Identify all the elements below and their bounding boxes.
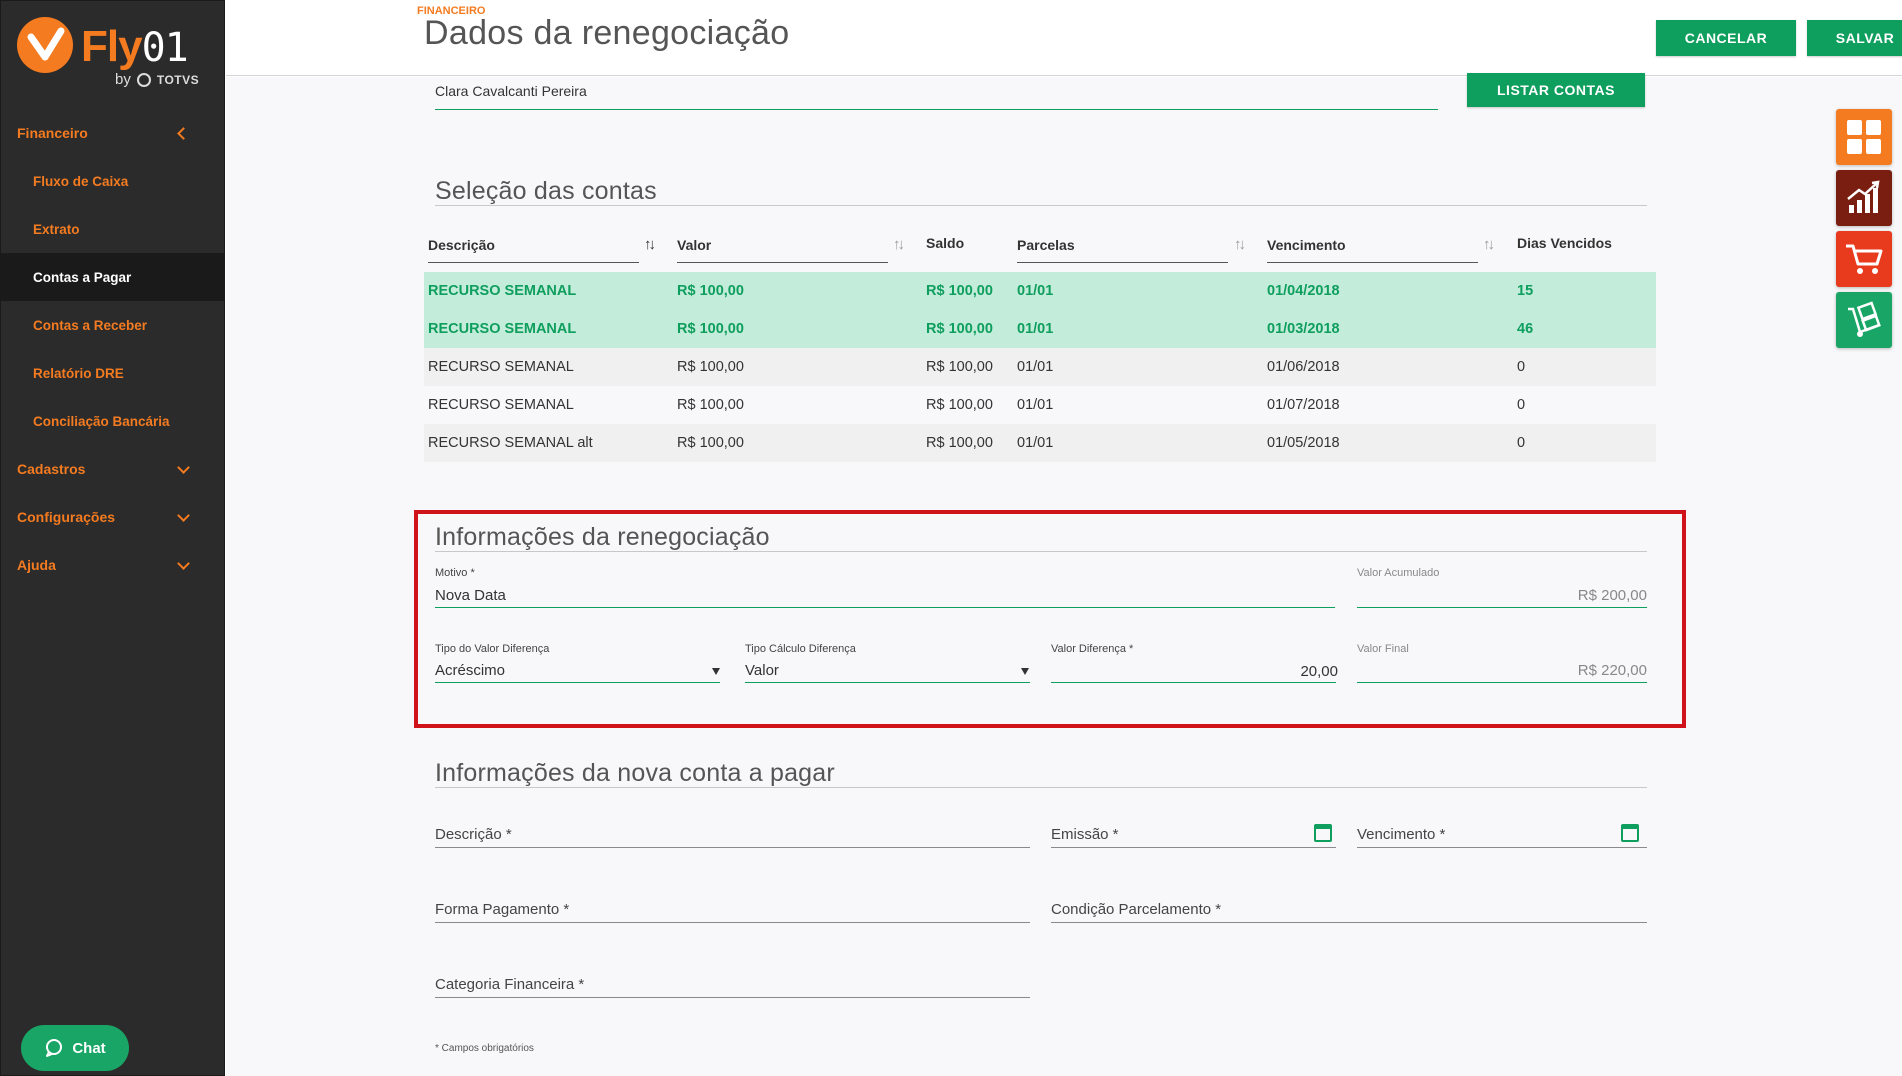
logo[interactable]: Fly01 by TOTVS <box>1 1 224 109</box>
sidebar-item-extrato[interactable]: Extrato <box>1 205 224 253</box>
vencimento-input[interactable]: Vencimento * <box>1357 826 1445 843</box>
sidebar-item-conciliacao-bancaria[interactable]: Conciliação Bancária <box>1 397 224 445</box>
column-filter-line <box>428 262 639 263</box>
totvs-icon <box>136 72 151 87</box>
valor-acumulado-field: R$ 200,00 <box>1577 587 1647 604</box>
valor-diferenca-input[interactable]: 20,00 <box>1300 663 1338 680</box>
sidebar-item-fluxo-de-caixa[interactable]: Fluxo de Caixa <box>1 157 224 205</box>
valor-final-field: R$ 220,00 <box>1577 662 1647 679</box>
categoria-financeira-input[interactable]: Categoria Financeira * <box>435 976 584 993</box>
valor-diferenca-underline <box>1051 682 1336 683</box>
person-field-underline <box>435 109 1438 110</box>
forma-pagamento-underline <box>435 922 1030 923</box>
section-title-renegociacao: Informações da renegociação <box>435 523 770 551</box>
required-fields-note: * Campos obrigatórios <box>435 1043 534 1054</box>
brand-byline: by TOTVS <box>115 71 200 88</box>
tipo-valor-label: Tipo do Valor Diferença <box>435 643 550 655</box>
tipo-calculo-underline <box>745 682 1030 683</box>
section-divider <box>435 205 1647 206</box>
dropdown-caret-icon[interactable] <box>712 668 720 675</box>
sidebar-item-configuracoes[interactable]: Configurações <box>1 493 224 541</box>
list-accounts-button[interactable]: LISTAR CONTAS <box>1467 73 1645 107</box>
sidebar-nav: Financeiro Fluxo de Caixa Extrato Contas… <box>1 109 224 589</box>
motivo-input[interactable]: Nova Data <box>435 587 506 604</box>
condicao-parcelamento-input[interactable]: Condição Parcelamento * <box>1051 901 1221 918</box>
hand-truck-icon[interactable] <box>1836 292 1892 348</box>
chevron-down-icon <box>177 460 190 474</box>
table-row[interactable]: RECURSO SEMANAL R$ 100,00 R$ 100,00 01/0… <box>424 310 1656 348</box>
table-row[interactable]: RECURSO SEMANAL R$ 100,00 R$ 100,00 01/0… <box>424 272 1656 310</box>
apps-grid-icon[interactable] <box>1836 109 1892 165</box>
section-title-nova-conta: Informações da nova conta a pagar <box>435 759 835 787</box>
valor-acumulado-label: Valor Acumulado <box>1357 567 1440 579</box>
sort-icon[interactable]: ↑↓ <box>1483 236 1495 253</box>
column-header-saldo: Saldo <box>926 235 965 251</box>
calendar-icon[interactable] <box>1314 824 1332 842</box>
condicao-parcelamento-underline <box>1051 922 1647 923</box>
main-content: Clara Cavalcanti Pereira LISTAR CONTAS S… <box>226 73 1902 1076</box>
emissao-input[interactable]: Emissão * <box>1051 826 1119 843</box>
sidebar-item-ajuda[interactable]: Ajuda <box>1 541 224 589</box>
column-filter-line <box>1267 262 1478 263</box>
motivo-label: Motivo * <box>435 567 475 579</box>
cancel-button[interactable]: CANCELAR <box>1656 20 1796 56</box>
column-header-valor[interactable]: Valor <box>677 237 711 253</box>
sidebar-item-contas-a-pagar[interactable]: Contas a Pagar <box>1 253 224 301</box>
tipo-valor-underline <box>435 682 720 683</box>
sidebar-item-contas-a-receber[interactable]: Contas a Receber <box>1 301 224 349</box>
chat-bubble-icon <box>46 1039 63 1057</box>
cart-icon[interactable] <box>1836 231 1892 287</box>
sidebar: Fly01 by TOTVS Financeiro Fluxo de Caixa… <box>0 0 225 1076</box>
valor-final-label: Valor Final <box>1357 643 1409 655</box>
column-header-parcelas[interactable]: Parcelas <box>1017 237 1075 253</box>
motivo-underline <box>435 607 1335 608</box>
vencimento-underline <box>1357 847 1647 848</box>
save-button[interactable]: SALVAR <box>1807 20 1902 56</box>
section-title-selecao: Seleção das contas <box>435 177 657 205</box>
chevron-left-icon <box>177 126 190 140</box>
sort-icon[interactable]: ↑↓ <box>893 236 905 253</box>
table-row[interactable]: RECURSO SEMANAL R$ 100,00 R$ 100,00 01/0… <box>424 348 1656 386</box>
column-header-descricao[interactable]: Descrição <box>428 237 495 253</box>
page-title: Dados da renegociação <box>424 14 790 52</box>
page-header: FINANCEIRO Dados da renegociação CANCELA… <box>226 0 1902 76</box>
sidebar-item-relatorio-dre[interactable]: Relatório DRE <box>1 349 224 397</box>
sort-icon[interactable]: ↑↓ <box>644 236 656 253</box>
calendar-icon[interactable] <box>1621 824 1639 842</box>
chat-button[interactable]: Chat <box>21 1025 129 1071</box>
tipo-calculo-select[interactable]: Valor <box>745 662 779 679</box>
valor-final-underline <box>1357 682 1647 683</box>
chevron-down-icon <box>177 508 190 522</box>
section-divider <box>435 551 1647 552</box>
fly01-logo-icon <box>17 17 73 73</box>
column-header-dias-vencidos: Dias Vencidos <box>1517 235 1612 251</box>
column-filter-line <box>677 262 888 263</box>
descricao-underline <box>435 847 1030 848</box>
sort-icon[interactable]: ↑↓ <box>1234 236 1246 253</box>
forma-pagamento-input[interactable]: Forma Pagamento * <box>435 901 569 918</box>
categoria-financeira-underline <box>435 997 1030 998</box>
column-header-vencimento[interactable]: Vencimento <box>1267 237 1346 253</box>
column-filter-line <box>1017 262 1228 263</box>
dropdown-caret-icon[interactable] <box>1021 668 1029 675</box>
table-row[interactable]: RECURSO SEMANAL R$ 100,00 R$ 100,00 01/0… <box>424 386 1656 424</box>
sidebar-item-cadastros[interactable]: Cadastros <box>1 445 224 493</box>
valor-diferenca-label: Valor Diferença * <box>1051 643 1134 655</box>
emissao-underline <box>1051 847 1336 848</box>
tipo-valor-select[interactable]: Acréscimo <box>435 662 505 679</box>
tipo-calculo-label: Tipo Cálculo Diferença <box>745 643 856 655</box>
sidebar-item-financeiro[interactable]: Financeiro <box>1 109 224 157</box>
person-field[interactable]: Clara Cavalcanti Pereira <box>435 83 587 99</box>
table-row[interactable]: RECURSO SEMANAL alt R$ 100,00 R$ 100,00 … <box>424 424 1656 462</box>
brand-name: Fly01 <box>81 22 189 72</box>
valor-acumulado-underline <box>1357 607 1647 608</box>
chevron-down-icon <box>177 556 190 570</box>
section-divider <box>435 787 1647 788</box>
descricao-input[interactable]: Descrição * <box>435 826 512 843</box>
bar-chart-icon[interactable] <box>1836 170 1892 226</box>
